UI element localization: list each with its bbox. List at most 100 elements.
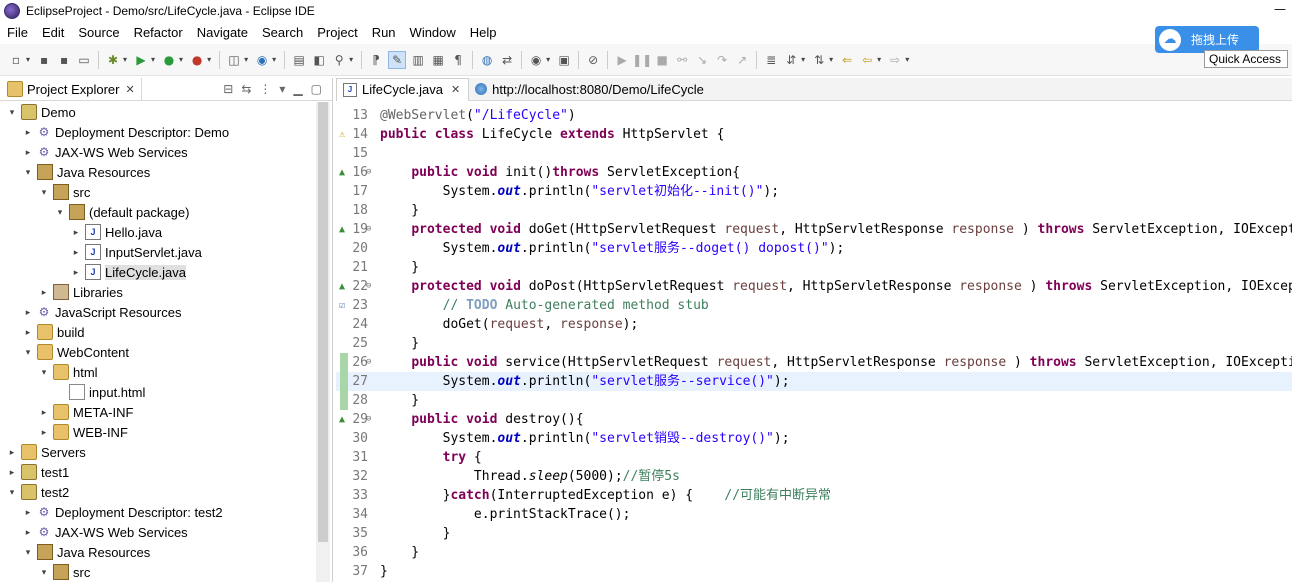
code-line[interactable]: 27 System.out.println("servlet服务--servic… [336,372,1292,391]
chevron-right-icon[interactable]: ▸ [70,227,82,238]
coverage-icon[interactable]: ● [161,52,177,68]
chevron-right-icon[interactable]: ▸ [22,127,34,138]
back-dropdown-icon[interactable]: ▾ [877,55,881,64]
terminate-icon[interactable]: ■ [654,52,670,68]
code-line[interactable]: ▲ 29 ⊖ public void destroy(){ [336,410,1292,429]
fold-collapse-icon[interactable]: ⊖ [366,220,371,239]
chevron-down-icon[interactable]: ▾ [38,567,50,578]
editor-tab[interactable]: J LifeCycle.java ✕ [336,77,470,101]
tree-item[interactable]: input.html [0,382,316,402]
code-line[interactable]: 36 } [336,543,1292,562]
code-line[interactable]: ▲ 19 ⊖ protected void doGet(HttpServletReq… [336,220,1292,239]
chevron-right-icon[interactable]: ▸ [6,467,18,478]
code-editor[interactable]: 13 @WebServlet("/LifeCycle") ⚠ 14 public cla… [336,106,1292,582]
new-class-icon[interactable]: ◉ [254,52,270,68]
chevron-down-icon[interactable]: ▾ [22,347,34,358]
open-web-browser-icon[interactable]: ◍ [479,52,495,68]
code-line[interactable]: 13 @WebServlet("/LifeCycle") [336,106,1292,125]
next-annotation-dropdown-icon[interactable]: ▾ [801,55,805,64]
tree-item[interactable]: ▾ html [0,362,316,382]
code-line[interactable]: 18 } [336,201,1292,220]
code-line[interactable]: 26 ⊖ public void service(HttpServletReque… [336,353,1292,372]
new-class-dropdown-icon[interactable]: ▾ [272,55,276,64]
disconnect-icon[interactable]: ⚯ [674,52,690,68]
code-line[interactable]: ▲ 22 ⊖ protected void doPost(HttpServletRe… [336,277,1292,296]
save-icon[interactable]: ▪ [36,52,52,68]
chevron-down-icon[interactable]: ▾ [38,187,50,198]
new-java-project-icon[interactable]: ◫ [226,52,242,68]
chevron-down-icon[interactable]: ▾ [22,547,34,558]
code-line[interactable]: 20 System.out.println("servlet服务--doget(… [336,239,1292,258]
code-line[interactable]: 30 System.out.println("servlet销毁--destro… [336,429,1292,448]
back-icon[interactable]: ⇦ [859,52,875,68]
profile-dropdown-icon[interactable]: ▾ [546,55,550,64]
suspend-icon[interactable]: ❚❚ [632,52,652,68]
quick-access-field[interactable]: Quick Access [1204,50,1288,68]
chevron-down-icon[interactable]: ▾ [22,167,34,178]
step-into-icon[interactable]: ↘ [694,52,710,68]
code-line[interactable]: 37} [336,562,1292,581]
tree-item[interactable]: ▾ src [0,182,316,202]
tree-item[interactable]: ▸ ⚙ Deployment Descriptor: test2 [0,502,316,522]
link-with-editor-icon[interactable]: ⇆ [241,82,251,96]
step-over-icon[interactable]: ↷ [714,52,730,68]
tree-item[interactable]: ▸ J LifeCycle.java [0,262,316,282]
coverage-dropdown-icon[interactable]: ▾ [179,55,183,64]
tree-item[interactable]: ▸ Servers [0,442,316,462]
debug-icon[interactable]: ✱ [105,52,121,68]
fold-collapse-icon[interactable]: ⊖ [366,353,371,372]
run-dropdown-icon[interactable]: ▾ [151,55,155,64]
code-line[interactable]: 21 } [336,258,1292,277]
chevron-right-icon[interactable]: ▸ [70,267,82,278]
word-wrap-icon[interactable]: ▦ [430,52,446,68]
last-edit-location-icon[interactable]: ⇐ [839,52,855,68]
editor-tab[interactable]: http://localhost:8080/Demo/LifeCycle [469,78,712,100]
search-dropdown-icon[interactable]: ▾ [349,55,353,64]
fold-collapse-icon[interactable]: ⊖ [366,410,371,429]
block-selection-icon[interactable]: ▥ [410,52,426,68]
external-tools-icon[interactable]: ● [189,52,205,68]
open-type-icon[interactable]: ▤ [291,52,307,68]
save-all-icon[interactable]: ▪ [56,52,72,68]
minimize-icon[interactable]: — [1274,2,1286,16]
tree-item[interactable]: ▾ Demo [0,102,316,122]
view-menu-chevron-icon[interactable]: ▾ [279,82,285,96]
chevron-right-icon[interactable]: ▸ [22,327,34,338]
tree-item[interactable]: ▾ Java Resources [0,542,316,562]
menu-refactor[interactable]: Refactor [127,25,190,40]
tree-item[interactable]: ▸ ⚙ JavaScript Resources [0,302,316,322]
mark-occurrences-icon[interactable]: ✎ [388,50,407,69]
code-line[interactable]: 34 e.printStackTrace(); [336,505,1292,524]
close-icon[interactable]: ✕ [451,83,460,96]
tree-item[interactable]: ▾ Java Resources [0,162,316,182]
tree-item[interactable]: ▸ ⚙ JAX-WS Web Services [0,142,316,162]
minimize-view-icon[interactable]: ▁ [293,82,302,96]
chevron-right-icon[interactable]: ▸ [38,287,50,298]
tree-item[interactable]: ▾ WebContent [0,342,316,362]
forward-dropdown-icon[interactable]: ▾ [905,55,909,64]
code-line[interactable]: 15 [336,144,1292,163]
tree-item[interactable]: ▾ (default package) [0,202,316,222]
code-line[interactable]: ▲ 16 ⊖ public void init()throws ServletExc… [336,163,1292,182]
tree-item[interactable]: ▸ WEB-INF [0,422,316,442]
tree-item[interactable]: ▸ build [0,322,316,342]
chevron-right-icon[interactable]: ▸ [6,447,18,458]
chevron-down-icon[interactable]: ▾ [6,107,18,118]
menu-search[interactable]: Search [255,25,310,40]
code-line[interactable]: 33 }catch(InterruptedException e) { //可能… [336,486,1292,505]
step-return-icon[interactable]: ↗ [734,52,750,68]
console-icon[interactable]: ▣ [556,52,572,68]
code-line[interactable]: 32 Thread.sleep(5000);//暂停5s [336,467,1292,486]
external-tools-dropdown-icon[interactable]: ▾ [207,55,211,64]
skip-breakpoints-icon[interactable]: ⊘ [585,52,601,68]
chevron-right-icon[interactable]: ▸ [22,147,34,158]
chevron-right-icon[interactable]: ▸ [22,307,34,318]
code-line[interactable]: 31 try { [336,448,1292,467]
menu-file[interactable]: File [0,25,35,40]
code-line[interactable]: 28 } [336,391,1292,410]
chevron-right-icon[interactable]: ▸ [22,507,34,518]
scrollbar-thumb[interactable] [318,102,328,542]
tree-item[interactable]: ▸ ⚙ JAX-WS Web Services [0,522,316,542]
search-icon[interactable]: ⚲ [331,52,347,68]
collapse-all-icon[interactable]: ⊟ [223,82,233,96]
